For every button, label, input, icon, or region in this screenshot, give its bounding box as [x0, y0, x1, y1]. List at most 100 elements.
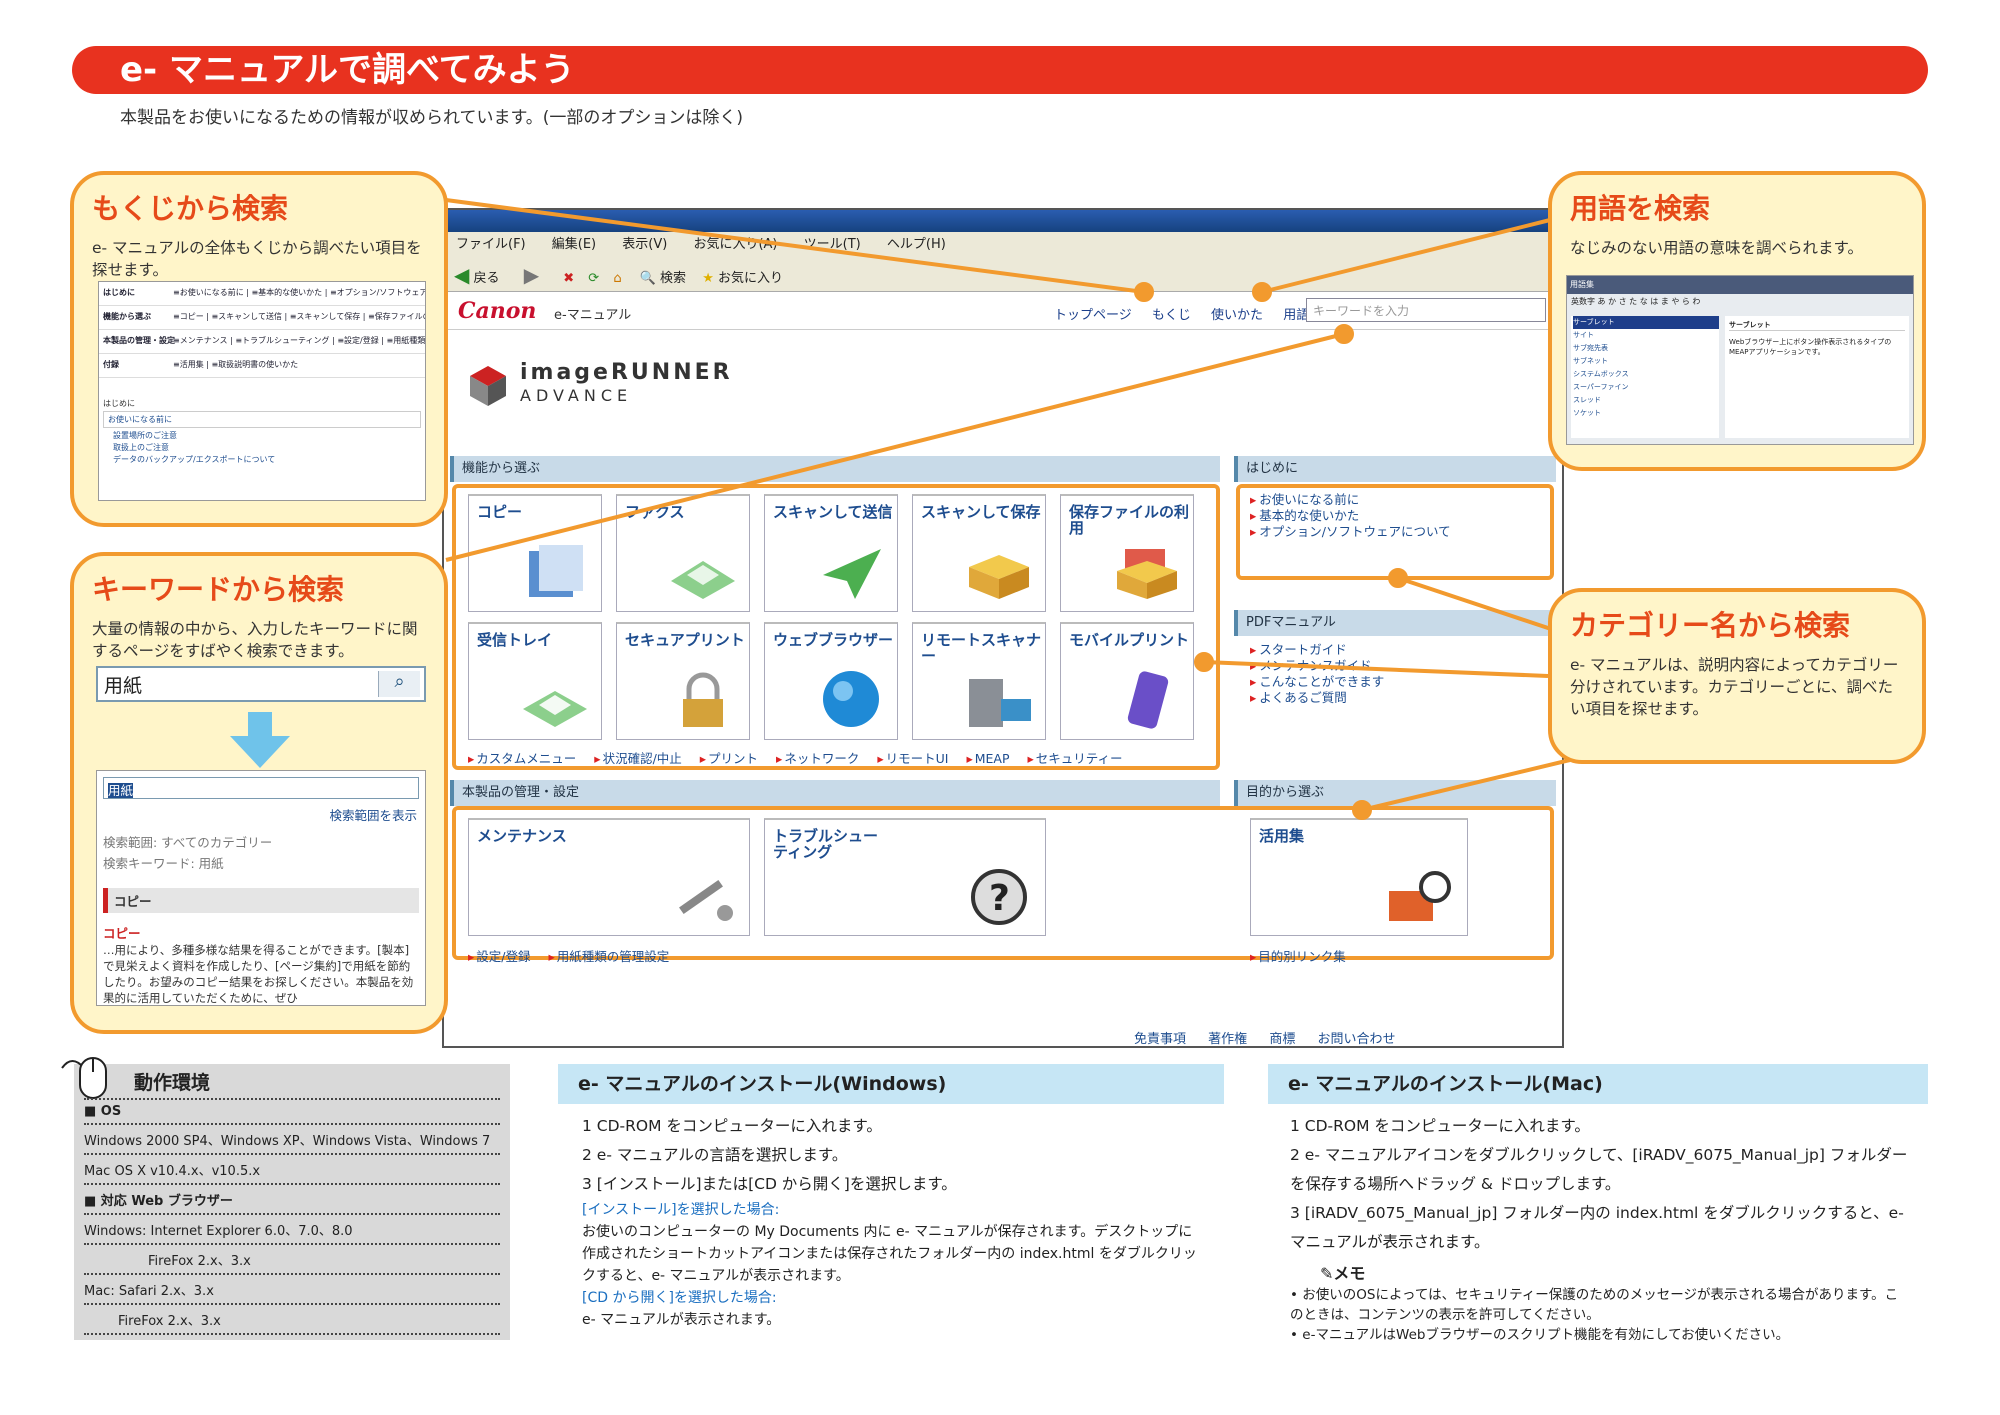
manual-footer: 免責事項 著作権 商標 お問い合わせ [1134, 1028, 1413, 1046]
link-before-use[interactable]: お使いになる前に [1250, 492, 1451, 508]
link-options[interactable]: オプション/ソフトウェアについて [1250, 524, 1450, 540]
link-copyright[interactable]: 著作権 [1208, 1032, 1247, 1046]
arrow-down-icon [230, 712, 290, 768]
tile-inbox[interactable]: 受信トレイ [468, 622, 602, 740]
forward-icon[interactable]: ▶ [524, 263, 539, 287]
menu-file[interactable]: ファイル(F) [456, 237, 526, 252]
link-print[interactable]: プリント [700, 751, 758, 766]
link-contact[interactable]: お問い合わせ [1317, 1032, 1395, 1046]
search-result-preview: 用紙 検索範囲を表示 検索範囲: すべてのカテゴリー 検索キーワード: 用紙 コ… [96, 770, 426, 1006]
fax-icon [671, 561, 735, 599]
window-title-bar [444, 210, 1562, 232]
result-search-input[interactable]: 用紙 [103, 777, 419, 799]
link-basic-use[interactable]: 基本的な使いかた [1250, 508, 1451, 524]
padlock-icon [683, 672, 723, 727]
link-trademark[interactable]: 商標 [1269, 1032, 1295, 1046]
search-icon[interactable]: 🔍 [640, 271, 656, 286]
intro-links: お使いになる前に 基本的な使いかた オプション/ソフトウェアについて [1250, 492, 1451, 540]
callout-keyword-desc: 大量の情報の中から、入力したキーワードに関するページをすばやく検索できます。 [92, 620, 418, 660]
manual-header: Canon e-マニュアル トップページ もくじ 使いかた 用語集 キーワードを… [444, 292, 1562, 330]
mobile-icon [1127, 671, 1169, 729]
tile-troubleshooting[interactable]: トラブルシューティング ? [764, 818, 1046, 936]
toc-section: はじめに [103, 399, 135, 408]
product-series: ADVANCE [520, 386, 633, 405]
callout-category: カテゴリー名から検索 e- マニュアルは、説明内容によってカテゴリー分けされてい… [1548, 588, 1926, 764]
tile-scan-save[interactable]: スキャンして保存 [912, 494, 1046, 612]
link-remote-ui[interactable]: リモートUI [877, 751, 948, 766]
product-logo: imageRUNNER ADVANCE [464, 352, 734, 412]
link-start-guide[interactable]: スタートガイド [1250, 642, 1384, 658]
menu-tools[interactable]: ツール(T) [804, 237, 861, 252]
product-name: imageRUNNER [520, 360, 733, 385]
tile-stored-files[interactable]: 保存ファイルの利用 [1060, 494, 1194, 612]
manual-page: Canon e-マニュアル トップページ もくじ 使いかた 用語集 キーワードを… [444, 292, 1562, 1046]
stop-icon[interactable]: ✖ [563, 271, 574, 286]
toc-subsection: お使いになる前に [103, 411, 421, 428]
keyword-input-example[interactable]: 用紙 ⌕ [96, 666, 426, 702]
browser-windows-ff: FireFox 2.x、3.x [84, 1250, 500, 1275]
tile-scan-send[interactable]: スキャンして送信 [764, 494, 898, 612]
link-meap[interactable]: MEAP [966, 751, 1009, 766]
canon-logo: Canon [458, 298, 537, 324]
link-what-you-can-do[interactable]: こんなことができます [1250, 674, 1384, 690]
back-button[interactable]: 戻る [474, 271, 500, 286]
favorites-icon[interactable]: ★ [702, 271, 714, 286]
link-custom-menu[interactable]: カスタムメニュー [468, 751, 576, 766]
link-disclaimer[interactable]: 免責事項 [1134, 1032, 1186, 1046]
link-paper-type[interactable]: 用紙種類の管理設定 [548, 949, 669, 964]
callout-glossary-title: 用語を検索 [1570, 192, 1711, 225]
callout-category-title: カテゴリー名から検索 [1570, 609, 1851, 642]
menu-view[interactable]: 表示(V) [622, 237, 667, 252]
tile-secure-print[interactable]: セキュアプリント [616, 622, 750, 740]
browser-mac-safari: Mac: Safari 2.x、3.x [84, 1280, 500, 1305]
search-icon[interactable]: ⌕ [378, 671, 420, 697]
book-magnifier-icon [1389, 871, 1451, 921]
menu-help[interactable]: ヘルプ(H) [887, 237, 946, 252]
environment-title: 動作環境 [134, 1072, 211, 1094]
section-function: 機能から選ぶ [450, 456, 1220, 482]
refresh-icon[interactable]: ⟳ [588, 271, 599, 286]
tile-remote-scanner[interactable]: リモートスキャナー [912, 622, 1046, 740]
link-top[interactable]: トップページ [1054, 308, 1132, 323]
callout-keyword: キーワードから検索 大量の情報の中から、入力したキーワードに関するページをすばや… [70, 552, 448, 1034]
link-maintenance-guide[interactable]: メンテナンスガイド [1250, 658, 1384, 674]
tile-fax[interactable]: ファクス [616, 494, 750, 612]
install-windows-step: 1 CD-ROM をコンピューターに入れます。 [582, 1117, 882, 1135]
link-status[interactable]: 状況確認/中止 [594, 751, 682, 766]
file-box-icon [1117, 549, 1177, 599]
home-icon[interactable]: ⌂ [613, 271, 621, 286]
back-icon[interactable]: ◀ [454, 263, 469, 287]
section-pdf: PDFマニュアル [1234, 610, 1556, 636]
menu-edit[interactable]: 編集(E) [552, 237, 596, 252]
link-settings[interactable]: 設定/登録 [468, 949, 531, 964]
link-network[interactable]: ネットワーク [776, 751, 859, 766]
result-title[interactable]: コピー [97, 919, 425, 942]
link-toc[interactable]: もくじ [1152, 308, 1191, 323]
tile-mobile-print[interactable]: モバイルプリント [1060, 622, 1194, 740]
install-windows-step: 2 e- マニュアルの言語を選択します。 [582, 1146, 848, 1164]
scope-toggle-link[interactable]: 検索範囲を表示 [97, 805, 425, 824]
copy-icon [529, 545, 583, 597]
box-icon [969, 555, 1029, 599]
tile-copy[interactable]: コピー [468, 494, 602, 612]
link-purpose[interactable]: 目的別リンク集 [1250, 949, 1346, 964]
header-links: トップページ もくじ 使いかた 用語集 [1054, 304, 1338, 323]
tile-web-browser[interactable]: ウェブブラウザー [764, 622, 898, 740]
link-howto[interactable]: 使いかた [1211, 308, 1263, 323]
manage-sublinks: 設定/登録 用紙種類の管理設定 [468, 946, 683, 965]
keyword-label: 検索キーワード: 用紙 [103, 856, 224, 871]
tile-tips[interactable]: 活用集 [1250, 818, 1468, 936]
link-faq[interactable]: よくあるご質問 [1250, 690, 1384, 706]
install-windows-title: e- マニュアルのインストール(Windows) [558, 1064, 1224, 1104]
tile-maintenance[interactable]: メンテナンス [468, 818, 750, 936]
search-button[interactable]: 検索 [660, 271, 686, 286]
keyword-search-input[interactable]: キーワードを入力 [1306, 298, 1546, 322]
menu-favorites[interactable]: お気に入り(A) [693, 237, 777, 252]
link-security[interactable]: セキュリティー [1027, 751, 1122, 766]
toc-row: 機能から選ぶ ≡コピー | ≡スキャンして送信 | ≡スキャンして保存 | ≡保存… [99, 306, 425, 330]
pdf-links: スタートガイド メンテナンスガイド こんなことができます よくあるご質問 [1250, 642, 1384, 706]
toc-items: 設置場所のご注意 取扱上のご注意 データのバックアップ/エクスポートについて [113, 431, 276, 464]
favorites-button[interactable]: お気に入り [718, 271, 783, 286]
result-category: コピー [103, 888, 419, 913]
install-case2-heading: [CD から開く]を選択した場合: [582, 1290, 777, 1306]
